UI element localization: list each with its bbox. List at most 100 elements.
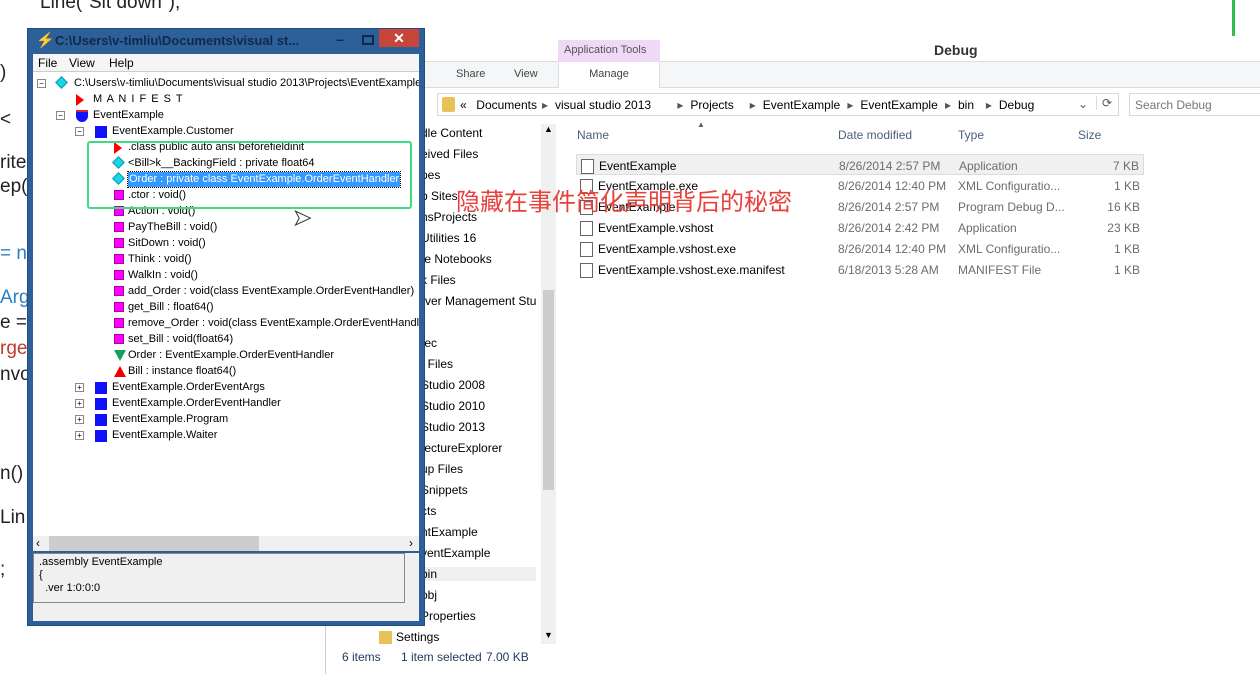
nav-item[interactable]: te Notebooks bbox=[421, 252, 492, 266]
tree-node[interactable]: EventExample.OrderEventArgs bbox=[112, 380, 265, 395]
breadcrumb-item[interactable]: Projects bbox=[690, 98, 733, 112]
nav-item[interactable]: eived Files bbox=[421, 147, 478, 161]
expand-icon[interactable]: + bbox=[75, 415, 84, 424]
tab-manage[interactable]: Manage bbox=[558, 62, 660, 88]
class-icon bbox=[95, 126, 107, 138]
nav-item[interactable]: ventExample bbox=[421, 546, 490, 560]
tree-node[interactable]: EventExample bbox=[93, 108, 164, 123]
scroll-up-icon[interactable]: ▲ bbox=[544, 124, 553, 134]
tree-node[interactable]: Bill : instance float64() bbox=[128, 364, 236, 379]
tree-node[interactable]: SitDown : void() bbox=[128, 236, 206, 251]
nav-item[interactable]: Settings bbox=[396, 630, 439, 644]
nav-item[interactable]: b Sites bbox=[421, 189, 458, 203]
nav-item[interactable]: dle Content bbox=[421, 126, 482, 140]
scroll-left-icon[interactable]: ‹ bbox=[36, 536, 40, 550]
breadcrumb-arrow-icon[interactable]: ▸ bbox=[542, 98, 548, 112]
collapse-icon[interactable]: − bbox=[75, 127, 84, 136]
nav-item[interactable]: bin bbox=[418, 567, 536, 581]
menu-help[interactable]: Help bbox=[109, 56, 134, 70]
expand-icon[interactable]: + bbox=[75, 399, 84, 408]
tree-node[interactable]: Order : EventExample.OrderEventHandler bbox=[128, 348, 334, 363]
chevron-down-icon[interactable]: ⌄ bbox=[1078, 97, 1088, 111]
nav-item[interactable]: Studio 2010 bbox=[421, 399, 485, 413]
expand-icon[interactable]: + bbox=[75, 431, 84, 440]
nav-item[interactable]: Studio 2013 bbox=[421, 420, 485, 434]
nav-item[interactable]: tectureExplorer bbox=[421, 441, 502, 455]
tree-node[interactable]: add_Order : void(class EventExample.Orde… bbox=[128, 284, 414, 299]
close-icon[interactable]: ✕ bbox=[379, 29, 419, 47]
tree-node[interactable]: M A N I F E S T bbox=[93, 92, 184, 107]
tree-node[interactable]: EventExample.Program bbox=[112, 412, 228, 427]
menu-file[interactable]: File bbox=[38, 56, 57, 70]
tree-node[interactable]: WalkIn : void() bbox=[128, 268, 198, 283]
column-size[interactable]: Size bbox=[1078, 128, 1101, 142]
column-date-modified[interactable]: Date modified bbox=[838, 128, 912, 142]
breadcrumb-arrow-icon[interactable]: ▸ bbox=[986, 98, 992, 112]
nav-item[interactable]: Properties bbox=[421, 609, 476, 623]
file-date: 6/18/2013 5:28 AM bbox=[838, 263, 939, 277]
breadcrumb-arrow-icon[interactable]: ▸ bbox=[847, 98, 853, 112]
breadcrumb-arrow-icon[interactable]: ▸ bbox=[945, 98, 951, 112]
expand-icon[interactable]: + bbox=[75, 383, 84, 392]
column-type[interactable]: Type bbox=[958, 128, 984, 142]
file-row[interactable]: EventExample.vshost.exe 8/26/2014 12:40 P… bbox=[576, 238, 1144, 259]
detail-vertical-scrollbar[interactable] bbox=[405, 553, 419, 603]
tree-node[interactable]: get_Bill : float64() bbox=[128, 300, 214, 315]
tree-node[interactable]: C:\Users\v-timliu\Documents\visual studi… bbox=[74, 76, 419, 91]
tree-node[interactable]: EventExample.Customer bbox=[112, 124, 234, 139]
nav-item[interactable]: k Files bbox=[421, 273, 456, 287]
refresh-icon[interactable]: ⟳ bbox=[1096, 96, 1112, 110]
nav-item[interactable]: up Files bbox=[421, 462, 463, 476]
tree-node[interactable]: remove_Order : void(class EventExample.O… bbox=[128, 316, 419, 331]
collapse-icon[interactable]: − bbox=[56, 111, 65, 120]
code-fragment: ep( bbox=[0, 176, 28, 197]
menu-view[interactable]: View bbox=[69, 56, 95, 70]
breadcrumb-item[interactable]: EventExample bbox=[763, 98, 840, 112]
tab-application-tools[interactable]: Application Tools bbox=[558, 40, 660, 62]
nav-item[interactable]: t Files bbox=[421, 357, 453, 371]
scroll-right-icon[interactable]: › bbox=[409, 536, 413, 550]
tree-node[interactable]: PayTheBill : void() bbox=[128, 220, 217, 235]
breadcrumb-item[interactable]: Debug bbox=[999, 98, 1034, 112]
nav-item[interactable]: Utilities 16 bbox=[421, 231, 476, 245]
breadcrumb-item[interactable]: « bbox=[460, 98, 467, 112]
nav-item[interactable]: Snippets bbox=[421, 483, 468, 497]
file-row[interactable]: EventExample.vshost.exe.manifest 6/18/201… bbox=[576, 259, 1144, 280]
tab-share[interactable]: Share bbox=[456, 68, 485, 80]
tree-node[interactable]: set_Bill : void(float64) bbox=[128, 332, 233, 347]
scroll-down-icon[interactable]: ▼ bbox=[544, 630, 553, 640]
breadcrumb-item[interactable]: Documents bbox=[476, 98, 537, 112]
search-input[interactable]: Search Debug bbox=[1129, 93, 1260, 116]
collapse-icon[interactable]: − bbox=[37, 79, 46, 88]
tab-view[interactable]: View bbox=[514, 68, 538, 80]
tree-node[interactable]: EventExample.Waiter bbox=[112, 428, 217, 443]
column-name[interactable]: Name bbox=[577, 128, 609, 142]
address-bar[interactable]: « Documents ▸ visual studio 2013 ▸ Projects ▸ E… bbox=[437, 93, 1119, 116]
file-type: XML Configuratio... bbox=[958, 179, 1061, 193]
code-fragment: rite bbox=[0, 152, 27, 173]
file-row[interactable]: EventExample 8/26/2014 2:57 PM Application… bbox=[576, 154, 1144, 175]
tree-horizontal-scrollbar[interactable]: ‹ › bbox=[33, 536, 419, 551]
breadcrumb-arrow-icon[interactable]: ▸ bbox=[750, 98, 756, 112]
editor-indicator bbox=[1232, 0, 1235, 36]
red-triangle-icon bbox=[76, 94, 84, 106]
il-detail-pane[interactable]: .assembly EventExample { .ver 1:0:0:0 bbox=[33, 553, 405, 603]
code-fragment: ; bbox=[0, 559, 6, 580]
maximize-icon[interactable] bbox=[362, 35, 374, 45]
tree-node[interactable]: Think : void() bbox=[128, 252, 192, 267]
breadcrumb-arrow-icon[interactable]: ▸ bbox=[677, 98, 683, 112]
nav-item[interactable]: Studio 2008 bbox=[421, 378, 485, 392]
breadcrumb-item[interactable]: EventExample bbox=[860, 98, 937, 112]
detail-horizontal-scrollbar[interactable] bbox=[33, 603, 419, 621]
tree-node[interactable]: EventExample.OrderEventHandler bbox=[112, 396, 281, 411]
code-fragment: Lin bbox=[0, 507, 26, 528]
file-row[interactable]: EventExample.vshost 8/26/2014 2:42 PM Appl… bbox=[576, 217, 1144, 238]
menu-bar: File View Help bbox=[33, 54, 419, 72]
minimize-icon[interactable]: – bbox=[336, 31, 344, 47]
breadcrumb-item[interactable]: visual studio 2013 bbox=[555, 98, 651, 112]
breadcrumb-item[interactable]: bin bbox=[958, 98, 974, 112]
nav-item[interactable]: rver Management Stu bbox=[421, 294, 536, 308]
file-size: 16 KB bbox=[1107, 200, 1140, 214]
highlight-box bbox=[87, 141, 412, 209]
nav-item[interactable]: ntExample bbox=[421, 525, 478, 539]
